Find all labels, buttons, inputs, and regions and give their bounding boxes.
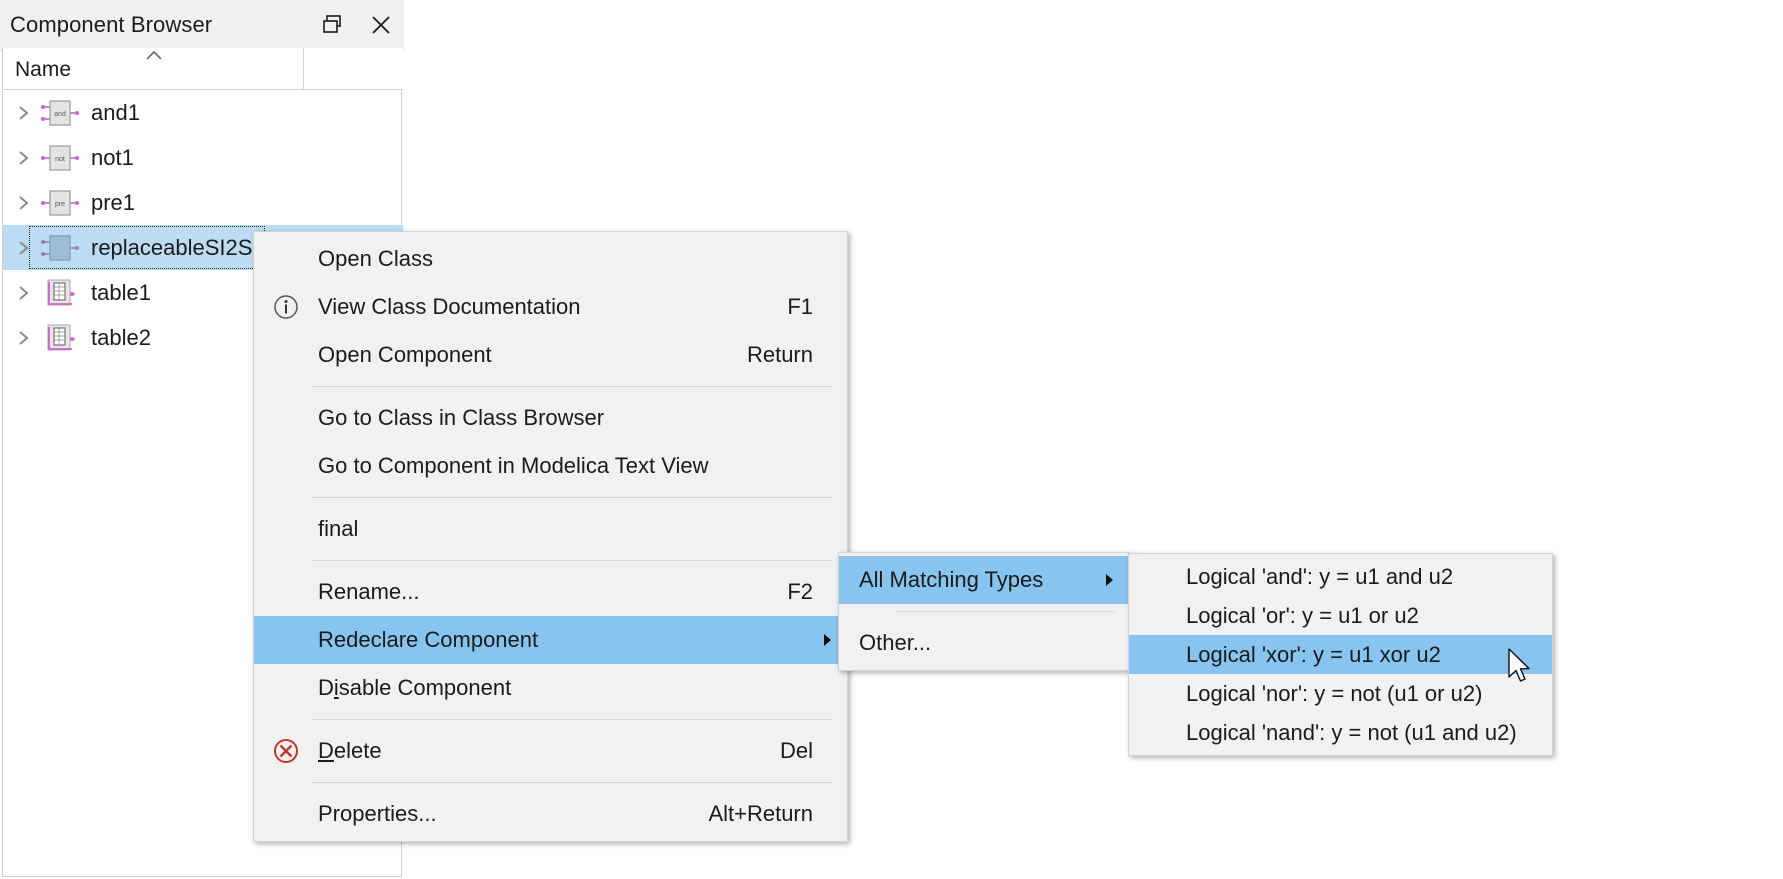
chevron-right-icon[interactable] xyxy=(9,103,39,123)
menu-item-delete[interactable]: Delete Del xyxy=(254,727,847,775)
svg-text:not: not xyxy=(55,156,65,163)
menu-separator xyxy=(311,497,833,498)
menu-item-label: final xyxy=(318,516,359,541)
svg-text:pre: pre xyxy=(55,201,65,208)
menu-item-disable-component[interactable]: Disable Component xyxy=(254,664,847,712)
menu-item-shortcut: Del xyxy=(779,738,813,763)
menu-item-shortcut: Return xyxy=(746,342,813,367)
menu-item-redeclare-component[interactable]: Redeclare Component xyxy=(254,616,847,664)
component-browser-titlebar: Component Browser xyxy=(0,0,404,51)
submenu-item-logical-and[interactable]: Logical 'and': y = u1 and u2 xyxy=(1129,557,1552,596)
menu-item-label: Go to Component in Modelica Text View xyxy=(318,453,709,478)
tree-item-label: and1 xyxy=(91,99,140,125)
menu-item-label: Go to Class in Class Browser xyxy=(318,405,605,430)
submenu-item-logical-nand[interactable]: Logical 'nand': y = not (u1 and u2) xyxy=(1129,713,1552,752)
menu-separator xyxy=(311,719,833,720)
menu-item-label: Rename... xyxy=(318,579,420,604)
menu-item-icon-slot xyxy=(254,442,318,490)
menu-item-icon-slot xyxy=(254,394,318,442)
submenu-item-logical-nor[interactable]: Logical 'nor': y = not (u1 or u2) xyxy=(1129,674,1552,713)
menu-item-label: Delete xyxy=(318,738,382,763)
context-menu: Open Class View Class Documentation F1 O… xyxy=(253,231,848,842)
svg-text:and: and xyxy=(54,111,66,118)
tree-column-header[interactable]: Name xyxy=(3,48,403,90)
menu-item-icon-slot xyxy=(254,616,318,664)
submenu-item-other[interactable]: Other... xyxy=(839,619,1129,667)
logic-block-icon: pre xyxy=(39,186,81,220)
menu-item-label: Open Class xyxy=(318,246,433,271)
menu-item-label: Logical 'and': y = u1 and u2 xyxy=(1186,563,1454,589)
submenu-item-logical-xor[interactable]: Logical 'xor': y = u1 xor u2 xyxy=(1129,635,1552,674)
menu-item-go-to-class-in-class-browser[interactable]: Go to Class in Class Browser xyxy=(254,394,847,442)
menu-item-label: Logical 'or': y = u1 or u2 xyxy=(1186,602,1419,628)
logic-block-icon: and xyxy=(39,96,81,130)
chevron-right-icon[interactable] xyxy=(9,193,39,213)
close-icon[interactable] xyxy=(364,8,398,42)
tree-item-label: not1 xyxy=(91,144,134,170)
menu-item-shortcut: Alt+Return xyxy=(708,801,813,826)
menu-item-shortcut: F2 xyxy=(787,579,813,604)
menu-item-icon-slot xyxy=(254,235,318,283)
menu-item-icon-slot xyxy=(254,331,318,379)
column-header-name: Name xyxy=(15,58,72,81)
menu-separator xyxy=(311,386,833,387)
tree-item-label: table2 xyxy=(91,324,151,350)
tree-item-label: replaceableSI2SO xyxy=(91,234,270,260)
tree-item-label: pre1 xyxy=(91,189,136,215)
menu-item-label: Properties... xyxy=(318,801,437,826)
chevron-right-icon[interactable] xyxy=(9,238,39,258)
logic-block-icon: not xyxy=(39,141,81,175)
menu-item-icon-slot xyxy=(254,790,318,838)
menu-item-label: View Class Documentation xyxy=(318,294,581,319)
chevron-right-icon[interactable] xyxy=(9,283,39,303)
panel-title: Component Browser xyxy=(10,12,213,37)
menu-item-view-class-documentation[interactable]: View Class Documentation F1 xyxy=(254,283,847,331)
chevron-right-icon[interactable] xyxy=(9,328,39,348)
table-block-icon xyxy=(39,321,81,355)
menu-item-label: Open Component xyxy=(318,342,492,367)
delete-icon xyxy=(254,727,318,775)
menu-item-icon-slot xyxy=(254,505,318,553)
submenu-item-logical-or[interactable]: Logical 'or': y = u1 or u2 xyxy=(1129,596,1552,635)
mnemonic-letter: i xyxy=(333,675,339,700)
menu-item-label: Logical 'nor': y = not (u1 or u2) xyxy=(1186,680,1483,706)
column-divider[interactable] xyxy=(303,48,304,89)
menu-item-label: Redeclare Component xyxy=(318,627,539,652)
table-block-icon xyxy=(39,276,81,310)
menu-item-go-to-component-in-modelica-text-view[interactable]: Go to Component in Modelica Text View xyxy=(254,442,847,490)
submenu-redeclare-component: All Matching Types Other... xyxy=(838,552,1130,671)
sort-ascending-caret-icon xyxy=(143,49,165,61)
menu-item-label: Other... xyxy=(859,630,932,655)
restore-icon[interactable] xyxy=(316,8,350,42)
menu-separator xyxy=(896,611,1115,612)
replaceable-block-icon xyxy=(39,231,81,265)
menu-separator xyxy=(311,560,833,561)
chevron-right-icon[interactable] xyxy=(9,148,39,168)
tree-row[interactable]: pre pre1 xyxy=(3,180,403,225)
caret-right-icon xyxy=(1093,571,1125,589)
menu-item-icon-slot xyxy=(254,568,318,616)
submenu-item-all-matching-types[interactable]: All Matching Types xyxy=(839,556,1129,604)
screen: Component Browser Name and and1 not not1… xyxy=(0,0,1783,879)
menu-item-rename[interactable]: Rename... F2 xyxy=(254,568,847,616)
menu-item-open-component[interactable]: Open Component Return xyxy=(254,331,847,379)
menu-item-label: Logical 'nand': y = not (u1 and u2) xyxy=(1186,719,1517,745)
mnemonic-letter: D xyxy=(318,738,334,763)
tree-item-label: table1 xyxy=(91,279,151,305)
menu-item-open-class[interactable]: Open Class xyxy=(254,235,847,283)
menu-item-shortcut: F1 xyxy=(787,294,813,319)
menu-item-label: Disable Component xyxy=(318,675,512,700)
menu-item-final[interactable]: final xyxy=(254,505,847,553)
tree-row[interactable]: not not1 xyxy=(3,135,403,180)
tree-row[interactable]: and and1 xyxy=(3,90,403,135)
menu-item-icon-slot xyxy=(254,664,318,712)
menu-item-label: All Matching Types xyxy=(859,567,1044,592)
menu-item-properties[interactable]: Properties... Alt+Return xyxy=(254,790,847,838)
submenu-all-matching-types: Logical 'and': y = u1 and u2 Logical 'or… xyxy=(1128,553,1553,756)
info-icon xyxy=(254,283,318,331)
menu-item-label: Logical 'xor': y = u1 xor u2 xyxy=(1186,641,1441,667)
menu-separator xyxy=(311,782,833,783)
